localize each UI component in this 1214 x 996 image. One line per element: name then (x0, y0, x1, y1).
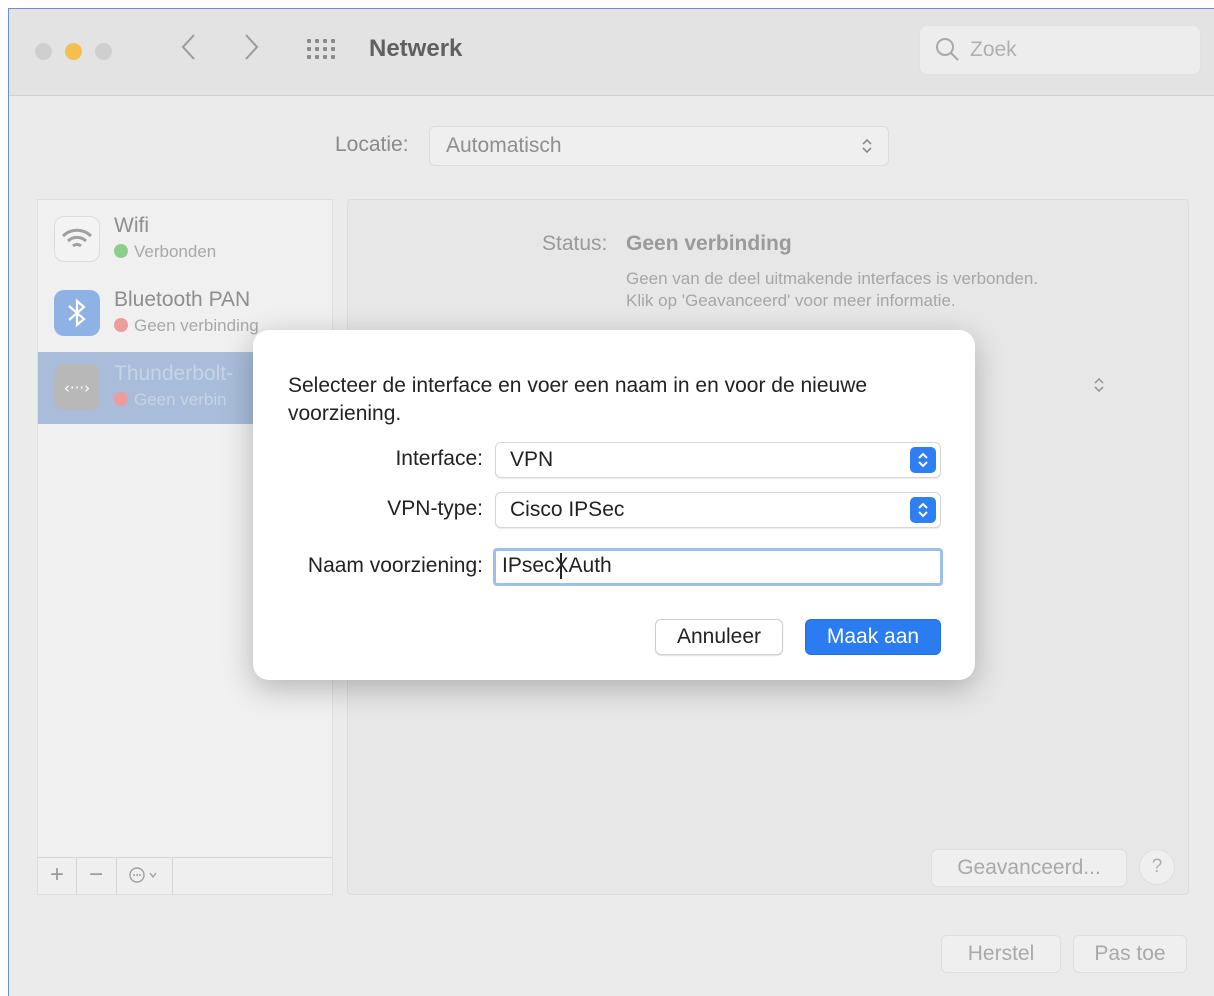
add-service-button[interactable]: + (38, 858, 77, 894)
close-window-button[interactable] (35, 43, 52, 60)
service-name-value: IPsecXAuth (502, 554, 612, 577)
status-label: Status: (542, 232, 608, 255)
chevron-left-icon (181, 34, 195, 60)
chevron-right-icon (245, 34, 259, 60)
window-title: Netwerk (369, 35, 463, 62)
bluetooth-icon (54, 290, 100, 336)
popup-arrows-icon (910, 497, 936, 523)
interface-label: Interface: (395, 447, 483, 470)
create-button[interactable]: Maak aan (805, 619, 941, 655)
new-service-dialog: Selecteer de interface en voer een naam … (253, 330, 975, 680)
cancel-button[interactable]: Annuleer (655, 619, 783, 655)
service-name-field[interactable]: IPsecXAuth (493, 548, 943, 586)
service-action-menu-button[interactable] (116, 858, 173, 894)
service-list-toolbar: + − (38, 857, 332, 894)
service-name: Wifi (114, 214, 149, 237)
service-status-text: Geen verbin (134, 390, 227, 409)
location-select[interactable]: Automatisch (429, 126, 889, 166)
text-cursor (560, 553, 562, 579)
up-down-chevron-icon[interactable] (1092, 375, 1106, 395)
wifi-icon (54, 216, 100, 262)
popup-arrows-icon (910, 447, 936, 473)
service-status: Geen verbin (114, 390, 227, 410)
back-button[interactable] (179, 29, 199, 73)
svg-text:‹···›: ‹···› (64, 379, 90, 397)
title-bar: Netwerk Zoek (9, 9, 1214, 96)
forward-button[interactable] (241, 29, 261, 73)
service-name: Thunderbolt- (114, 362, 234, 385)
ellipsis-circle-icon (129, 867, 157, 883)
show-all-grid-icon[interactable] (307, 39, 341, 65)
up-down-chevron-icon (862, 138, 872, 154)
service-item-wifi[interactable]: Wifi Verbonden (38, 204, 332, 276)
status-description: Geen van de deel uitmakende interfaces i… (626, 269, 1039, 310)
search-icon (936, 38, 959, 61)
service-status: Verbonden (114, 242, 216, 262)
vpn-type-popup[interactable]: Cisco IPSec (495, 492, 941, 528)
service-name: Bluetooth PAN (114, 288, 251, 311)
location-value: Automatisch (446, 134, 562, 157)
zoom-window-button[interactable] (95, 43, 112, 60)
vpn-type-value: Cisco IPSec (510, 498, 625, 521)
service-status: Geen verbinding (114, 316, 259, 336)
service-status-text: Geen verbinding (134, 316, 259, 335)
status-value: Geen verbinding (626, 232, 792, 255)
interface-value: VPN (510, 448, 554, 471)
revert-button[interactable]: Herstel (941, 935, 1061, 973)
location-label: Locatie: (335, 133, 409, 156)
help-button[interactable]: ? (1139, 849, 1175, 885)
dialog-message: Selecteer de interface en voer een naam … (288, 374, 868, 425)
network-preferences-window: Netwerk Zoek Locatie: Automatisch Wifi V… (8, 8, 1214, 996)
advanced-button[interactable]: Geavanceerd... (931, 849, 1127, 887)
status-dot-green (114, 244, 128, 258)
service-name-label: Naam voorziening: (307, 554, 483, 577)
service-status-text: Verbonden (134, 242, 217, 261)
search-placeholder: Zoek (970, 38, 1017, 61)
search-field[interactable]: Zoek (919, 25, 1201, 75)
status-dot-red (114, 318, 128, 332)
minimize-window-button[interactable] (65, 43, 82, 60)
status-dot-red (114, 392, 128, 406)
thunderbolt-icon: ‹···› (54, 364, 100, 410)
vpn-type-label: VPN-type: (387, 497, 483, 520)
interface-popup[interactable]: VPN (495, 442, 941, 478)
remove-service-button[interactable]: − (76, 858, 117, 894)
apply-button[interactable]: Pas toe (1073, 935, 1187, 973)
